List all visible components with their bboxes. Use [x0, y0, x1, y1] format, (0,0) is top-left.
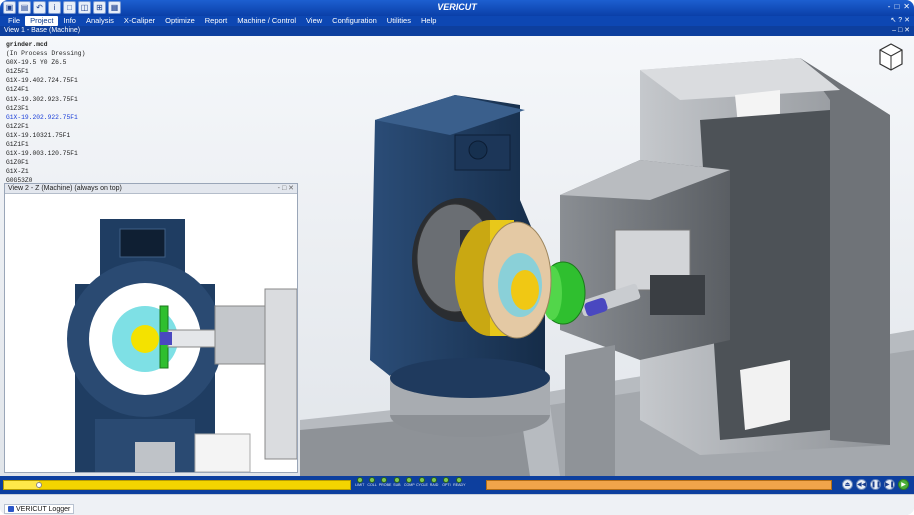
nc-line: G1X-19.10321.75F1: [6, 131, 71, 139]
secondary-progress-bar[interactable]: [486, 480, 832, 490]
menu-configuration[interactable]: Configuration: [327, 16, 382, 26]
nc-line: G1Z4F1: [6, 86, 29, 94]
logger-icon: [8, 506, 14, 512]
menu-view[interactable]: View: [301, 16, 327, 26]
nc-line: (In Process Dressing): [6, 50, 86, 58]
maximize-button[interactable]: □: [894, 2, 899, 11]
foreground-block: [740, 360, 790, 430]
view1-header: View 1 - Base (Machine) – □ ✕: [0, 26, 914, 36]
v2-foot-right: [194, 433, 251, 472]
v2-head: [214, 305, 266, 365]
nc-line: G1X-19.402.724.75F1: [6, 77, 78, 85]
led-label: COMP: [403, 483, 415, 487]
nc-line: G1Z2F1: [6, 122, 29, 130]
nc-line: G1Z5F1: [6, 68, 29, 76]
minimize-button[interactable]: ‐: [888, 2, 891, 11]
pause-icon[interactable]: ❚❚: [870, 479, 881, 490]
menu-optimize[interactable]: Optimize: [160, 16, 200, 26]
view2-window[interactable]: View 2 - Z (Machine) (always on top) ‐ □…: [4, 183, 298, 473]
menu-file[interactable]: File: [3, 16, 25, 26]
status-led-cycle: CYCLE: [415, 477, 428, 488]
view2-controls[interactable]: ‐ □ ✕: [278, 184, 294, 194]
status-led-ready: READY: [453, 477, 466, 488]
app-title: VERICUT: [437, 2, 477, 12]
nc-line-current: G1X-19.202.922.75F1: [6, 113, 78, 121]
housing-boss: [468, 140, 488, 160]
status-led-limit: LIMIT: [354, 477, 365, 488]
v2-top-window: [119, 228, 166, 258]
play-icon[interactable]: ▶: [898, 479, 909, 490]
nc-line: G0X-19.5 Y0 Z6.5: [6, 59, 67, 67]
vericut-logger-tab[interactable]: VERICUT Logger: [4, 504, 75, 514]
led-label: COLL: [367, 483, 377, 487]
rotary-table-top: [390, 358, 550, 398]
window-controls: ‐ □ ✕: [888, 2, 910, 11]
v2-spindle-tip: [160, 332, 172, 345]
progress-slider[interactable]: [3, 480, 351, 490]
status-led-opti: OPTI: [441, 477, 452, 488]
nc-line: G1Z1F1: [6, 141, 29, 149]
menu-right-controls[interactable]: ↖ ? ✕: [890, 16, 910, 26]
menu-project[interactable]: Project: [25, 16, 59, 26]
menu-bar: File Project Info Analysis X-Caliper Opt…: [0, 16, 914, 26]
status-led-sub: SUB: [391, 477, 402, 488]
progress-knob[interactable]: [35, 482, 42, 488]
menu-machine-control[interactable]: Machine / Control: [232, 16, 301, 26]
status-bar: VERICUT Logger: [0, 494, 914, 515]
logger-label: VERICUT Logger: [16, 505, 71, 513]
nc-filename: grinder.mcd: [6, 41, 48, 48]
progress-fill: [4, 481, 39, 489]
view1-viewport[interactable]: grinder.mcd (In Process Dressing) G0X-19…: [0, 36, 914, 476]
grinding-wheel-hub: [511, 270, 539, 310]
view2-title: View 2 - Z (Machine) (always on top): [8, 185, 122, 192]
nc-line: G1Z0F1: [6, 159, 29, 167]
playback-controls: ⏏ ◀◀ ❚❚ ▶❚ ▶: [842, 479, 909, 490]
foreground-guard: [565, 345, 615, 476]
status-led-raid: RAID: [428, 477, 439, 488]
view2-header: View 2 - Z (Machine) (always on top) ‐ □…: [5, 184, 297, 194]
step-icon[interactable]: ▶❚: [884, 479, 895, 490]
motor-dark: [650, 275, 705, 315]
menu-utilities[interactable]: Utilities: [382, 16, 416, 26]
view1-controls[interactable]: – □ ✕: [892, 26, 910, 36]
status-led-comp: COMP: [404, 477, 415, 488]
menu-help[interactable]: Help: [416, 16, 441, 26]
nc-line: G1Z3F1: [6, 104, 29, 112]
nc-line: G1X-Z1: [6, 168, 29, 176]
menu-info[interactable]: Info: [58, 16, 81, 26]
v2-column: [264, 288, 297, 460]
title-bar: ▣ ▤ ↶ i □ ◫ ⊞ ▦ VERICUT ‐ □ ✕: [0, 0, 914, 16]
led-label: PROBE: [378, 483, 392, 487]
v2-foot-left: [135, 442, 175, 472]
v2-yellow-center: [131, 325, 159, 353]
led-label: OPTI: [442, 483, 451, 487]
view1-title: View 1 - Base (Machine): [4, 27, 81, 34]
status-led-probe: PROBE: [378, 477, 392, 488]
simulation-control-bar: LIMIT COLL PROBE SUB COMP CYCLE RAID OPTI READY …: [0, 476, 914, 494]
close-button[interactable]: ✕: [903, 2, 910, 11]
nc-line: G1X-19.302.923.75F1: [6, 95, 78, 103]
menu-report[interactable]: Report: [200, 16, 233, 26]
led-label: RAID: [429, 483, 439, 487]
reset-icon[interactable]: ⏏: [842, 479, 853, 490]
status-indicators: LIMIT COLL PROBE SUB COMP CYCLE RAID OPTI READY: [354, 477, 466, 488]
rewind-icon[interactable]: ◀◀: [856, 479, 867, 490]
led-label: READY: [453, 483, 466, 487]
menu-analysis[interactable]: Analysis: [81, 16, 119, 26]
vericut-window: ▣ ▤ ↶ i □ ◫ ⊞ ▦ VERICUT ‐ □ ✕ File Proje…: [0, 0, 914, 515]
led-label: CYCLE: [415, 483, 428, 487]
view-cube-icon[interactable]: [878, 42, 904, 72]
view2-scene[interactable]: [5, 194, 297, 472]
menu-x-caliper[interactable]: X-Caliper: [119, 16, 160, 26]
nc-program-listing: grinder.mcd (In Process Dressing) G0X-19…: [6, 40, 85, 186]
view2-machine-drawing: [67, 219, 297, 472]
status-led-coll: COLL: [366, 477, 377, 488]
led-label: LIMIT: [355, 483, 365, 487]
nc-line: G1X-19.003.120.75F1: [6, 150, 78, 158]
led-label: SUB: [393, 483, 401, 487]
